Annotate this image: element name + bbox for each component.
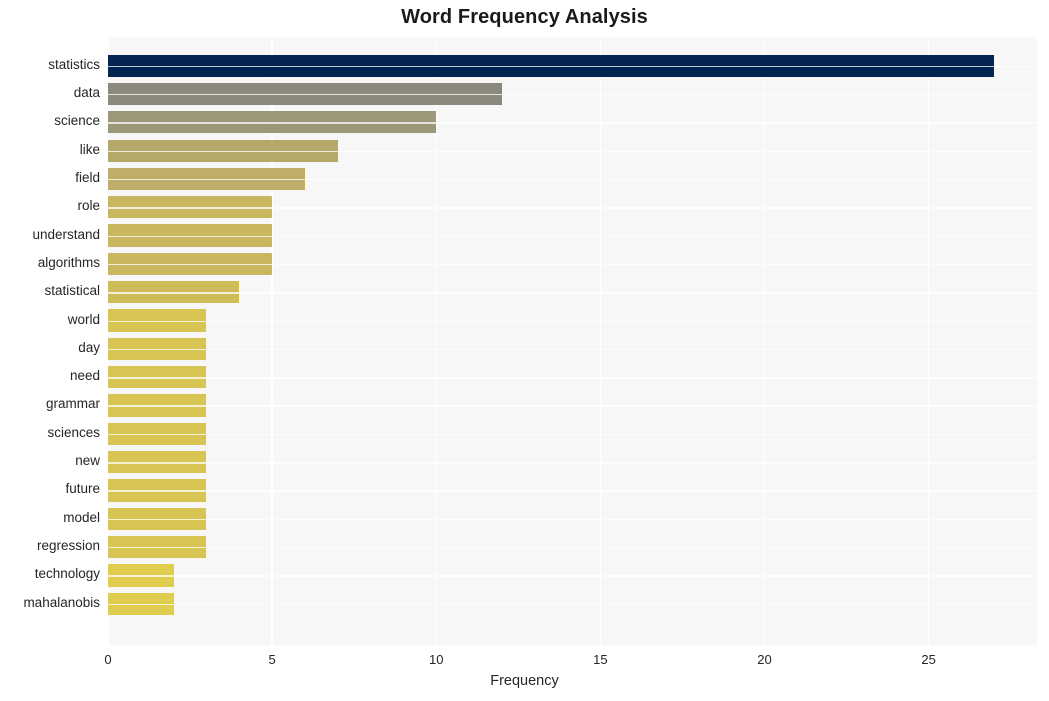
x-tick-label-15: 15 (593, 652, 608, 667)
y-tick-label-statistical: statistical (44, 283, 100, 299)
y-tick-label-understand: understand (32, 226, 100, 242)
y-axis-tick-labels: statistics data science like field role unders… (0, 37, 1049, 645)
chart-title: Word Frequency Analysis (401, 6, 648, 28)
y-tick-label-technology: technology (34, 566, 100, 582)
x-axis-tick-labels: 0 5 10 15 20 25 (0, 645, 1049, 675)
y-tick-label-day: day (78, 339, 100, 355)
x-tick-label-0: 0 (104, 652, 112, 667)
x-axis-label: Frequency (490, 673, 559, 689)
y-tick-label-sciences: sciences (47, 424, 100, 440)
y-tick-label-data: data (73, 84, 100, 100)
y-tick-label-statistics: statistics (48, 56, 100, 72)
word-frequency-chart: Word Frequency Analysis statistics data sc… (0, 0, 1049, 701)
x-tick-label-5: 5 (268, 652, 276, 667)
y-tick-label-regression: regression (36, 538, 100, 554)
y-tick-label-mahalanobis: mahalanobis (23, 594, 100, 610)
y-tick-label-world: world (67, 311, 100, 327)
y-tick-label-future: future (65, 481, 100, 497)
y-tick-label-new: new (75, 453, 100, 469)
x-tick-label-10: 10 (429, 652, 444, 667)
y-tick-label-need: need (69, 368, 100, 384)
y-tick-label-like: like (79, 141, 100, 157)
y-tick-label-field: field (75, 169, 100, 185)
y-tick-label-grammar: grammar (45, 396, 100, 412)
y-tick-label-role: role (77, 198, 100, 214)
x-tick-label-25: 25 (921, 652, 936, 667)
y-tick-label-model: model (63, 509, 100, 525)
y-tick-label-science: science (54, 113, 100, 129)
y-tick-label-algorithms: algorithms (37, 254, 100, 270)
x-tick-label-20: 20 (757, 652, 772, 667)
